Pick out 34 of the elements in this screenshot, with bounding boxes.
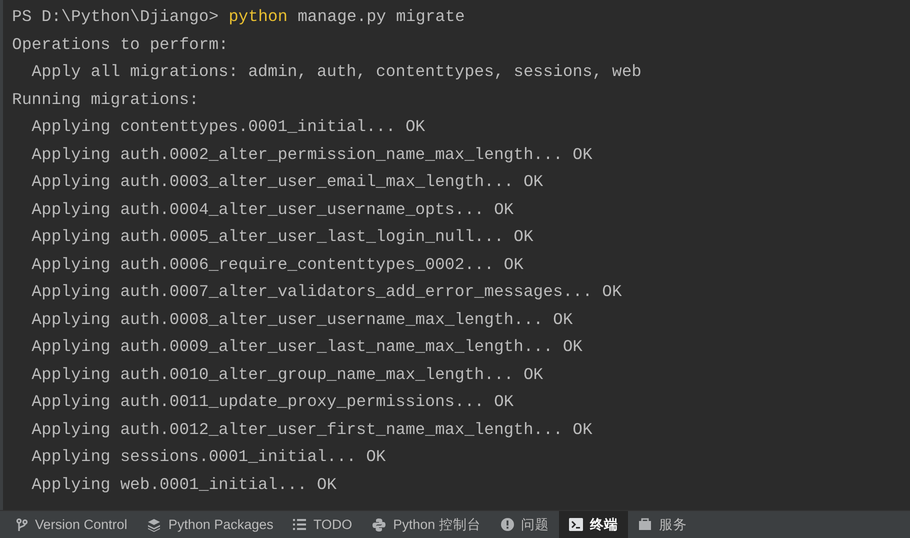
branch-icon	[16, 518, 28, 532]
tool-window-tab[interactable]: Python Packages	[137, 511, 284, 538]
tool-window-tab[interactable]: 服务	[628, 511, 697, 538]
tool-window-tab[interactable]: TODO	[283, 511, 362, 538]
terminal-icon	[568, 518, 583, 531]
output-line: Operations to perform:	[12, 34, 228, 56]
output-line: Running migrations:	[12, 88, 199, 110]
prompt-text: PS D:\Python\Djiango>	[12, 6, 219, 28]
output-line: Applying contenttypes.0001_initial... OK	[30, 116, 426, 138]
tool-window-tab[interactable]: 问题	[490, 511, 559, 538]
output-line: Apply all migrations: admin, auth, contenttypes, sessions, web	[30, 61, 642, 83]
tool-window-tab[interactable]: Python 控制台	[362, 511, 491, 538]
tool-window-tab[interactable]: Version Control	[6, 511, 138, 538]
output-line: Applying auth.0007_alter_validators_add_error_messages... OK	[30, 281, 622, 303]
output-line: Applying auth.0011_update_proxy_permissions... OK	[30, 391, 514, 413]
output-line: Applying auth.0002_alter_permission_name_max_length... OK	[30, 144, 592, 166]
layers-icon	[147, 518, 162, 532]
python-logo-icon	[372, 518, 386, 532]
command-text: python	[228, 6, 288, 28]
output-line: Applying auth.0010_alter_group_name_max_length... OK	[30, 364, 544, 386]
output-line: Applying sessions.0001_initial... OK	[30, 446, 386, 468]
output-line: Applying web.0001_initial... OK	[30, 474, 337, 496]
exclamation-icon	[500, 518, 514, 531]
output-line: Applying auth.0006_require_contenttypes_0002... OK	[30, 254, 524, 276]
output-line: Applying auth.0008_alter_user_username_max_length... OK	[30, 308, 573, 330]
output-line: Applying auth.0009_alter_user_last_name_max_length... OK	[30, 336, 582, 358]
tool-window-tab[interactable]: 终端	[558, 511, 628, 538]
services-icon	[638, 518, 652, 531]
output-line: Applying auth.0003_alter_user_email_max_length... OK	[30, 171, 544, 193]
command-args: manage.py migrate	[298, 6, 465, 28]
output-line: Applying auth.0004_alter_user_username_opts... OK	[30, 198, 514, 220]
list-icon	[293, 519, 306, 530]
output-line: Applying auth.0005_alter_user_last_login_null... OK	[30, 226, 534, 248]
output-line: Applying auth.0012_alter_user_first_name_max_length... OK	[30, 418, 592, 440]
